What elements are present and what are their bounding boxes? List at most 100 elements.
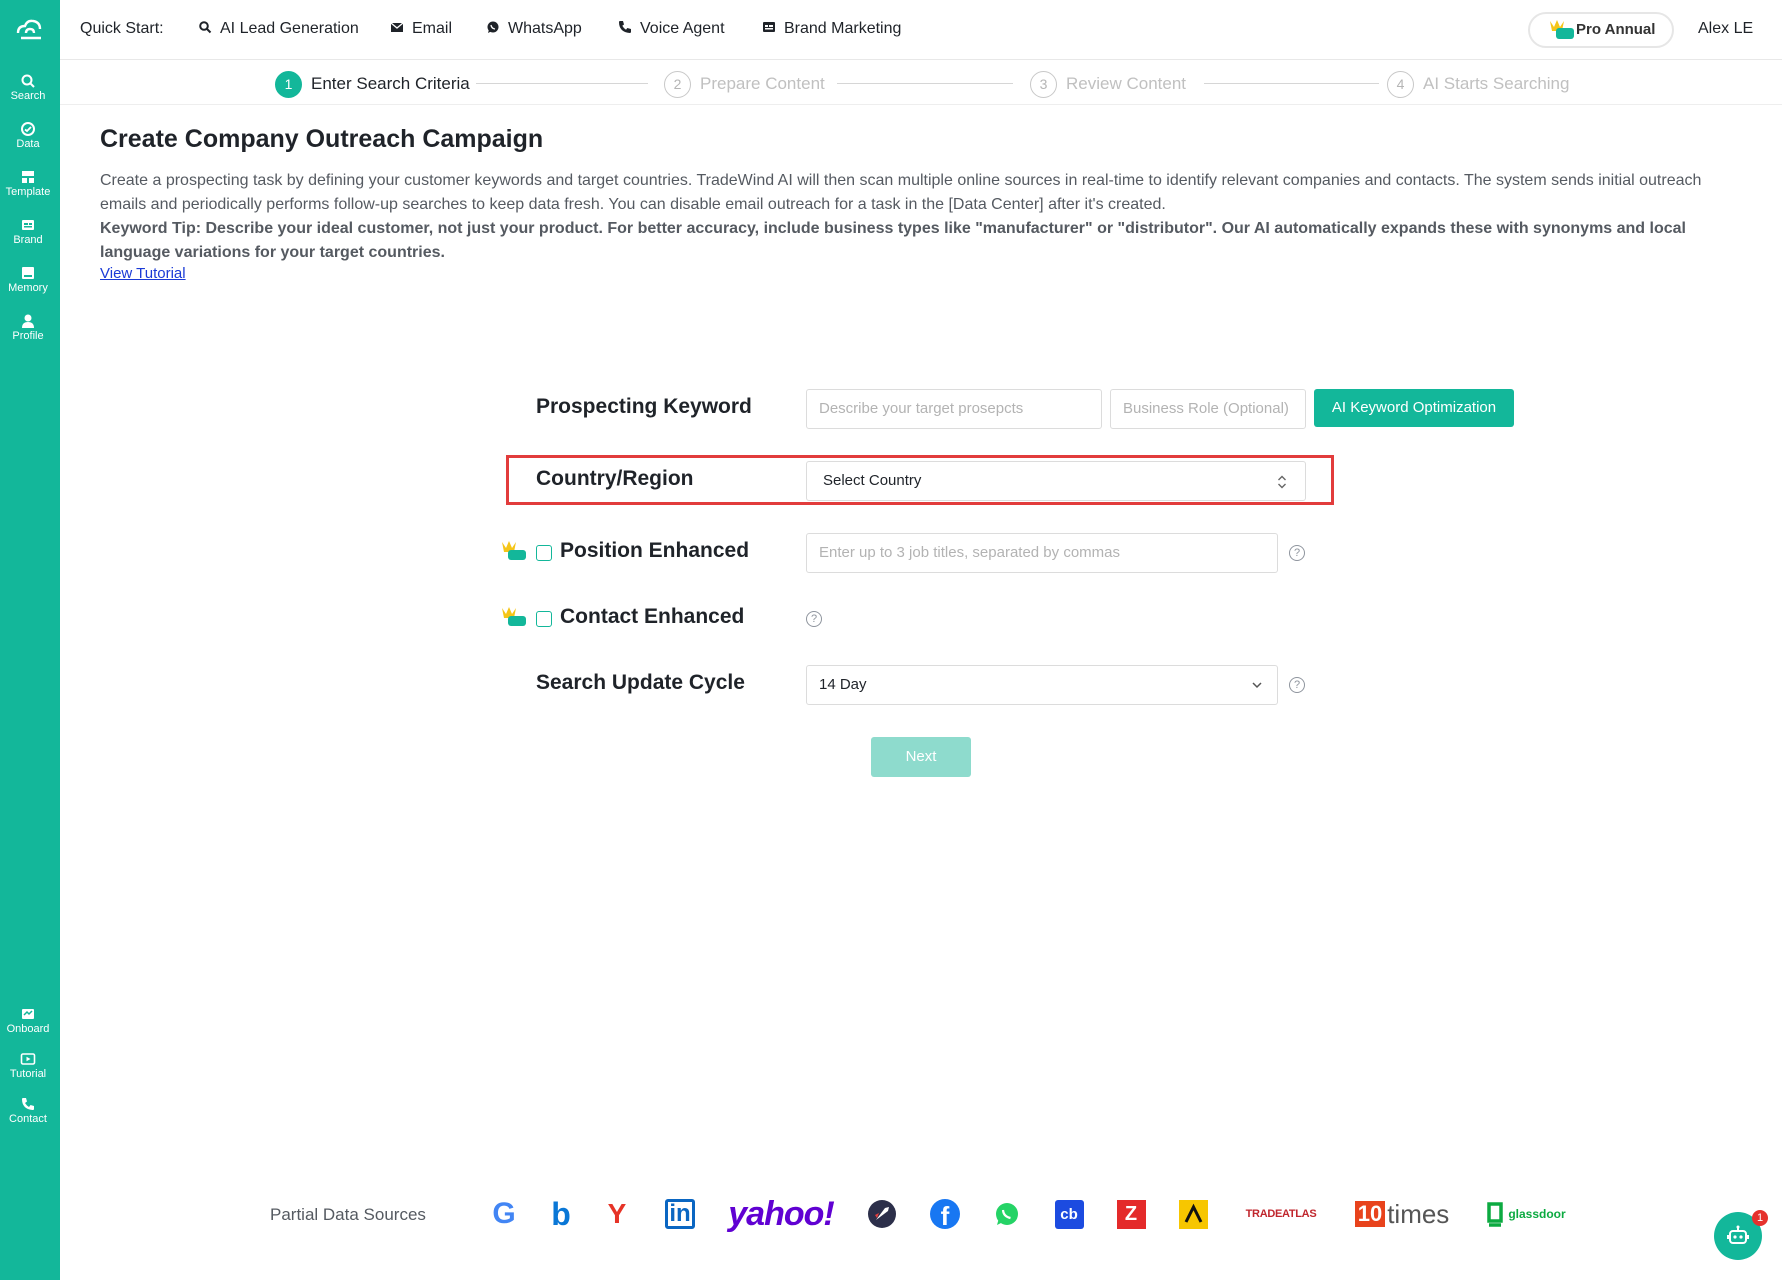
app-logo[interactable]: [15, 15, 45, 45]
phone-icon: [619, 21, 631, 33]
search-icon: [199, 21, 212, 34]
search-update-cycle-label: Search Update Cycle: [536, 671, 745, 694]
rocket-icon: [866, 1196, 898, 1232]
data-icon: [21, 122, 35, 136]
contact-enhanced-checkbox[interactable]: [536, 611, 552, 627]
step-connector: [476, 83, 648, 84]
sidebar-item-brand[interactable]: Brand: [0, 217, 56, 246]
job-titles-input[interactable]: Enter up to 3 job titles, separated by c…: [806, 533, 1278, 573]
quick-start-label-text: Brand Marketing: [784, 20, 902, 37]
10times-icon: 10 times: [1354, 1196, 1449, 1232]
brand-icon: [763, 22, 775, 32]
quick-start-label-text: WhatsApp: [508, 20, 582, 37]
sidebar-item-tutorial[interactable]: Tutorial: [0, 1051, 56, 1080]
update-cycle-select[interactable]: 14 Day: [806, 665, 1278, 705]
sidebar-item-label: Template: [5, 186, 51, 198]
step-number: 2: [664, 71, 691, 98]
onboard-icon: [22, 1009, 34, 1019]
sidebar-item-contact[interactable]: Contact: [0, 1096, 56, 1125]
phone-icon: [22, 1098, 34, 1110]
sidebar-item-search[interactable]: Search: [0, 73, 56, 102]
step-number: 4: [1387, 71, 1414, 98]
sidebar-item-label: Data: [16, 138, 40, 150]
sort-arrows-icon: [1278, 475, 1286, 489]
sidebar-item-label: Memory: [8, 282, 48, 294]
quick-start-whatsapp[interactable]: WhatsApp: [486, 20, 582, 38]
facebook-icon: f: [929, 1196, 961, 1232]
step-connector: [1204, 83, 1379, 84]
help-icon[interactable]: ?: [1289, 545, 1305, 561]
step-label: AI Starts Searching: [1423, 73, 1570, 93]
sidebar-item-label: Tutorial: [9, 1068, 47, 1080]
sidebar-item-memory[interactable]: Memory: [0, 265, 56, 294]
help-icon[interactable]: ?: [806, 611, 822, 627]
step-2: 2 Prepare Content: [664, 71, 825, 98]
step-4: 4 AI Starts Searching: [1387, 71, 1569, 98]
mail-icon: [390, 22, 404, 32]
tutorial-icon: [20, 1053, 36, 1065]
whatsapp-icon: [487, 21, 499, 33]
whatsapp-icon: [992, 1196, 1022, 1232]
user-name[interactable]: Alex LE: [1698, 20, 1753, 38]
step-number: 1: [275, 71, 302, 98]
position-enhanced-checkbox[interactable]: [536, 545, 552, 561]
top-bar: Quick Start: AI Lead Generation Email Wh…: [60, 0, 1782, 60]
sidebar-item-template[interactable]: Template: [0, 169, 56, 198]
pro-badge-icon: [502, 541, 526, 560]
quick-start-brand-marketing[interactable]: Brand Marketing: [762, 20, 901, 38]
position-enhanced-label: Position Enhanced: [560, 539, 750, 562]
zoominfo-icon: Z: [1116, 1196, 1146, 1232]
page-title: Create Company Outreach Campaign: [100, 125, 544, 153]
step-1: 1 Enter Search Criteria: [275, 71, 470, 98]
business-role-input[interactable]: Business Role (Optional): [1110, 389, 1306, 429]
quick-start-label: Quick Start:: [80, 20, 164, 37]
google-icon: G: [492, 1197, 516, 1230]
step-label: Enter Search Criteria: [311, 73, 470, 93]
quick-start-email[interactable]: Email: [390, 20, 452, 38]
quick-start-label-text: Voice Agent: [640, 20, 725, 37]
stepper: 1 Enter Search Criteria 2 Prepare Content …: [60, 61, 1782, 105]
help-icon[interactable]: ?: [1289, 677, 1305, 693]
keyword-input[interactable]: Describe your target prosepcts: [806, 389, 1102, 429]
country-select-value: Select Country: [823, 472, 922, 489]
pro-badge-icon: [502, 607, 526, 626]
sidebar-item-profile[interactable]: Profile: [0, 313, 56, 342]
quick-start-label-text: AI Lead Generation: [220, 20, 359, 37]
update-cycle-value: 14 Day: [819, 676, 867, 693]
search-icon: [21, 74, 35, 88]
chevron-down-icon: [1252, 682, 1262, 689]
sidebar-item-label: Onboard: [6, 1023, 50, 1035]
brand-icon: [22, 220, 34, 230]
profile-icon: [22, 314, 34, 328]
view-tutorial-link[interactable]: View Tutorial: [100, 265, 186, 282]
intro-section: Create Company Outreach Campaign Create …: [100, 125, 1740, 283]
contact-enhanced-label: Contact Enhanced: [560, 605, 745, 628]
pro-annual-label: Pro Annual: [1576, 21, 1656, 38]
country-select[interactable]: Select Country: [806, 461, 1306, 501]
pro-annual-button[interactable]: Pro Annual: [1528, 12, 1674, 48]
country-region-label: Country/Region: [536, 467, 694, 490]
crunchbase-icon: cb: [1054, 1196, 1084, 1232]
sidebar-item-onboard[interactable]: Onboard: [0, 1006, 56, 1035]
tradeatlas-icon: TRADEATLAS: [1245, 1208, 1317, 1220]
template-icon: [22, 171, 34, 183]
notification-badge: 1: [1752, 1210, 1768, 1226]
pro-crown-icon: [1550, 20, 1574, 39]
yahoo-icon: yahoo!: [728, 1194, 834, 1233]
apollo-icon: [1178, 1196, 1208, 1232]
step-label: Review Content: [1066, 73, 1187, 93]
sidebar: Search Data Template Brand Memory Profil…: [0, 0, 60, 1280]
sidebar-item-data[interactable]: Data: [0, 121, 56, 150]
step-3: 3 Review Content: [1030, 71, 1186, 98]
keyword-tip: Keyword Tip: Describe your ideal custome…: [100, 220, 1686, 261]
quick-start-label-text: Email: [412, 20, 453, 37]
step-number: 3: [1030, 71, 1057, 98]
next-button[interactable]: Next: [871, 737, 971, 777]
ai-keyword-optimization-button[interactable]: AI Keyword Optimization: [1314, 389, 1514, 427]
quick-start-voice-agent[interactable]: Voice Agent: [618, 20, 725, 38]
step-connector: [837, 83, 1013, 84]
sidebar-item-label: Profile: [12, 330, 44, 342]
prospecting-keyword-label: Prospecting Keyword: [536, 395, 752, 418]
bing-icon: b: [551, 1195, 571, 1232]
quick-start-ai-lead-generation[interactable]: AI Lead Generation: [198, 20, 359, 38]
